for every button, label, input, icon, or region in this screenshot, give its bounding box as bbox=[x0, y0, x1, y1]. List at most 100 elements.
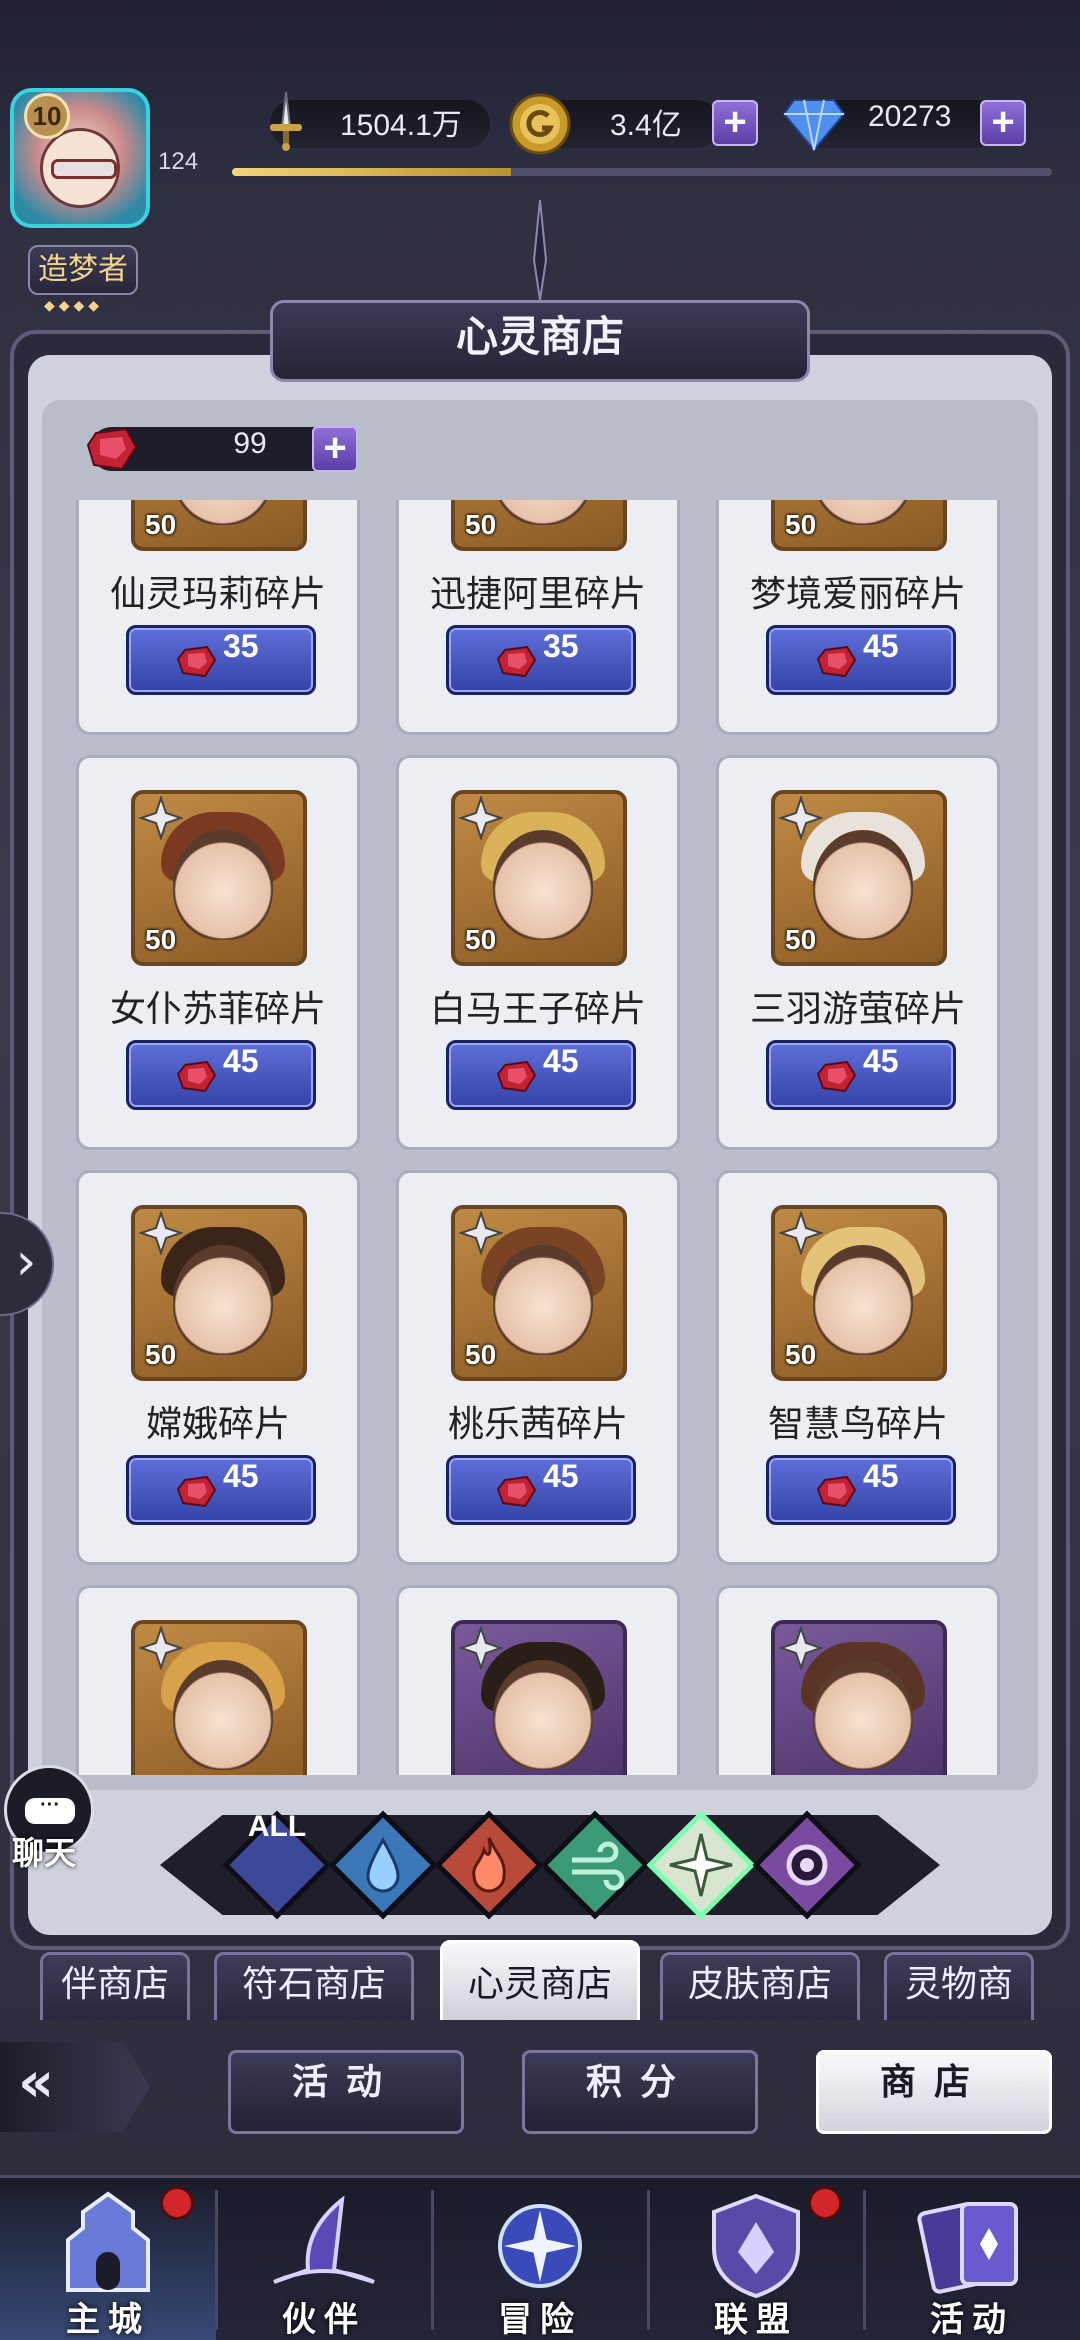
buy-button[interactable]: 45 bbox=[766, 625, 956, 695]
buy-button[interactable]: 45 bbox=[446, 1455, 636, 1525]
item-name: 迅捷阿里碎片 bbox=[429, 574, 646, 615]
red-gem-icon bbox=[176, 1059, 217, 1093]
shop-item-card[interactable]: 50 仙灵玛莉碎片 35 bbox=[76, 500, 360, 735]
item-price: 35 bbox=[543, 628, 579, 664]
shop-item-card[interactable]: 50 梦境爱丽碎片 45 bbox=[716, 500, 1000, 735]
portrait-face bbox=[173, 1660, 273, 1770]
buy-button[interactable]: 35 bbox=[446, 625, 636, 695]
exp-bar bbox=[232, 168, 1052, 176]
item-count: 50 bbox=[785, 509, 817, 540]
portrait-face bbox=[813, 500, 913, 525]
item-name: 智慧鸟碎片 bbox=[767, 1404, 948, 1445]
shop-item-grid: 50 仙灵玛莉碎片 35 50 迅捷阿里碎片 35 50 梦境爱丽碎片 45 50 女仆苏菲碎片 45… bbox=[42, 500, 1038, 1775]
item-portrait: 50 bbox=[771, 790, 947, 966]
item-count: 50 bbox=[785, 924, 817, 955]
tab-spirit-shop[interactable]: 心灵商店 bbox=[440, 1940, 640, 2020]
light-element-icon bbox=[646, 1810, 756, 1920]
water-element-icon bbox=[328, 1810, 438, 1920]
nav-partners[interactable]: 伙伴 bbox=[216, 2180, 432, 2340]
red-gem-icon bbox=[496, 1474, 537, 1508]
tab-skin-shop[interactable]: 皮肤商店 bbox=[660, 1952, 860, 2020]
avatar-portrait bbox=[40, 128, 120, 208]
back-button[interactable]: « bbox=[0, 2042, 150, 2132]
category-activity[interactable]: 活动 bbox=[228, 2050, 464, 2134]
item-portrait bbox=[131, 1620, 307, 1775]
item-price: 45 bbox=[863, 628, 899, 664]
player-avatar[interactable]: 10 bbox=[10, 88, 150, 238]
item-name: 嫦娥碎片 bbox=[145, 1404, 290, 1445]
star-rank-icon bbox=[137, 794, 185, 842]
item-count: 50 bbox=[785, 1339, 817, 1370]
shop-item-card[interactable]: 50 迅捷阿里碎片 35 bbox=[396, 500, 680, 735]
buy-button[interactable]: 45 bbox=[766, 1040, 956, 1110]
chat-bubble-icon: ··· bbox=[25, 1795, 75, 1824]
shop-item-card[interactable] bbox=[76, 1585, 360, 1775]
add-gold-button[interactable]: + bbox=[712, 100, 758, 146]
diamond-value: 20273 bbox=[868, 100, 952, 133]
shop-item-card[interactable]: 50 三羽游萤碎片 45 bbox=[716, 755, 1000, 1150]
buy-button[interactable]: 45 bbox=[766, 1455, 956, 1525]
chat-label: 聊天 bbox=[12, 1834, 77, 1872]
tab-pet-shop[interactable]: 灵物商 bbox=[884, 1952, 1034, 2020]
nav-adventure[interactable]: 冒险 bbox=[432, 2180, 648, 2340]
filter-wind[interactable] bbox=[540, 1810, 650, 1920]
red-gem-icon bbox=[86, 427, 138, 471]
power-value: 1504.1万 bbox=[340, 109, 462, 142]
buy-button[interactable]: 45 bbox=[446, 1040, 636, 1110]
buy-button[interactable]: 35 bbox=[126, 625, 316, 695]
buy-button[interactable]: 45 bbox=[126, 1040, 316, 1110]
castle-icon bbox=[66, 2191, 150, 2292]
tab-partner-shop[interactable]: 伴商店 bbox=[40, 1952, 190, 2020]
portrait-face bbox=[813, 1660, 913, 1770]
item-count: 50 bbox=[145, 1339, 177, 1370]
wind-element-icon bbox=[540, 1810, 650, 1920]
item-portrait: 50 bbox=[131, 1205, 307, 1381]
shop-item-card[interactable] bbox=[716, 1585, 1000, 1775]
nav-label: 联盟 bbox=[714, 2300, 798, 2340]
shop-item-card[interactable] bbox=[396, 1585, 680, 1775]
sword-icon bbox=[254, 88, 318, 152]
item-portrait: 50 bbox=[131, 790, 307, 966]
shop-currency-value: 99 bbox=[233, 427, 267, 460]
tab-rune-shop[interactable]: 符石商店 bbox=[214, 1952, 414, 2020]
category-points[interactable]: 积分 bbox=[522, 2050, 758, 2134]
category-shop[interactable]: 商店 bbox=[816, 2050, 1052, 2134]
player-title-tag[interactable]: 造梦者 bbox=[28, 245, 138, 295]
gold-value: 3.4亿 bbox=[610, 109, 682, 142]
nav-activities[interactable]: 活动 bbox=[864, 2180, 1080, 2340]
item-price: 45 bbox=[543, 1043, 579, 1079]
filter-water[interactable] bbox=[328, 1810, 438, 1920]
nav-divider bbox=[863, 2190, 866, 2330]
shop-item-card[interactable]: 50 白马王子碎片 45 bbox=[396, 755, 680, 1150]
item-count: 50 bbox=[145, 924, 177, 955]
portrait-face bbox=[493, 830, 593, 940]
portrait-face bbox=[813, 830, 913, 940]
shop-item-card[interactable]: 50 嫦娥碎片 45 bbox=[76, 1170, 360, 1565]
filter-all[interactable]: ALL bbox=[222, 1810, 332, 1920]
shop-title: 心灵商店 bbox=[270, 300, 810, 382]
item-count: 50 bbox=[145, 509, 177, 540]
shop-item-card[interactable]: 50 智慧鸟碎片 45 bbox=[716, 1170, 1000, 1565]
filter-fire[interactable] bbox=[434, 1810, 544, 1920]
shop-item-card[interactable]: 50 女仆苏菲碎片 45 bbox=[76, 755, 360, 1150]
portrait-face bbox=[493, 1660, 593, 1770]
gold-coin-icon bbox=[508, 92, 572, 156]
portrait-face bbox=[173, 830, 273, 940]
nav-divider bbox=[647, 2190, 650, 2330]
add-shop-currency-button[interactable]: + bbox=[312, 426, 358, 472]
exp-bar-fill bbox=[232, 168, 511, 176]
filter-dark[interactable] bbox=[752, 1810, 862, 1920]
shop-item-card[interactable]: 50 桃乐茜碎片 45 bbox=[396, 1170, 680, 1565]
item-count: 50 bbox=[465, 509, 497, 540]
item-name: 白马王子碎片 bbox=[429, 989, 646, 1030]
filter-light[interactable] bbox=[646, 1810, 756, 1920]
item-name: 女仆苏菲碎片 bbox=[109, 989, 326, 1030]
diamond-icon bbox=[782, 96, 846, 152]
buy-button[interactable]: 45 bbox=[126, 1455, 316, 1525]
item-price: 45 bbox=[863, 1043, 899, 1079]
star-rank-icon bbox=[457, 1209, 505, 1257]
notification-badge bbox=[160, 2186, 194, 2220]
add-diamond-button[interactable]: + bbox=[980, 100, 1026, 146]
level-badge: 10 bbox=[24, 93, 70, 139]
title-stars-icon: ◆◆◆◆ bbox=[44, 298, 104, 314]
